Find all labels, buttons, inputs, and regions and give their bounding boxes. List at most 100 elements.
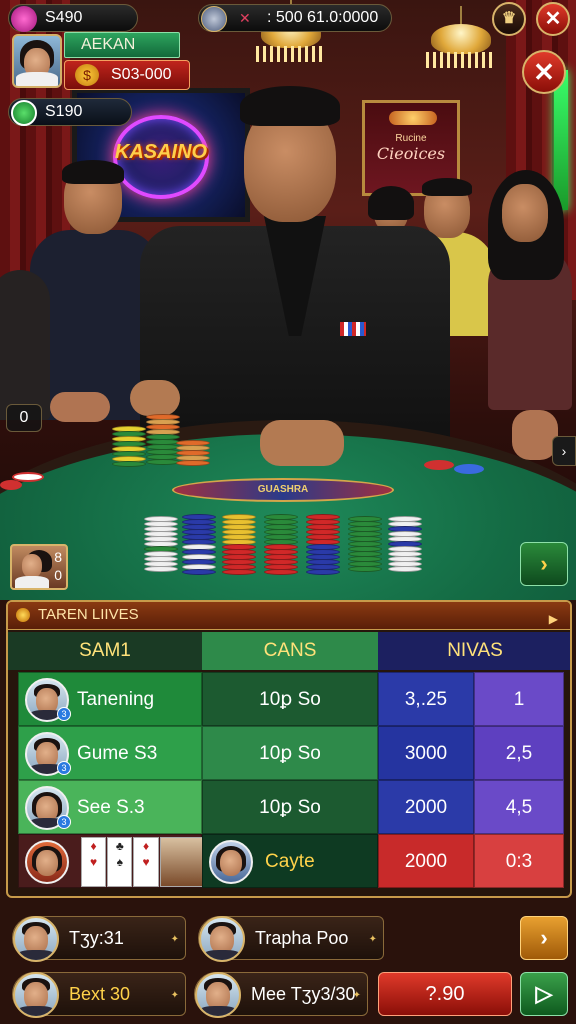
slot-label: Mee Tʒy3/30 (251, 984, 356, 1004)
card-icon: ♣ ♠ (107, 837, 133, 887)
row-name: Tanening (77, 689, 155, 710)
table-emblem: GUASHRA (172, 478, 394, 502)
dealer (140, 86, 450, 466)
avatar (25, 840, 69, 884)
casino-scene: KASAINO Rucine Cieoices GUASHRA (0, 0, 576, 600)
slot-corner-icon: ✦ (170, 934, 179, 945)
coin-icon (16, 608, 30, 622)
crown-icon: ♛ (501, 10, 517, 27)
leaderboard-header[interactable]: TAREN LIIVES ▶ (8, 602, 570, 630)
crown-button[interactable]: ♛ (492, 2, 526, 36)
slot-label: Bext 30 (69, 984, 131, 1004)
player-avatar (12, 34, 62, 88)
chip-stack (264, 514, 298, 575)
row-nivas: 3,.25 (378, 672, 474, 726)
chip-stack (348, 516, 382, 572)
row-cans: 10ꝑ So (202, 672, 378, 726)
player-slot[interactable]: ✦ Trapha Poo (198, 916, 384, 962)
player-balance-value: S03-000 (111, 66, 172, 83)
next-button[interactable]: › (520, 916, 568, 960)
close-button[interactable]: ✕ (522, 50, 566, 94)
avatar (195, 972, 241, 1018)
avatar (13, 916, 59, 962)
card-portrait (159, 837, 209, 887)
slot-label: Tʒy:31 (69, 928, 124, 948)
secondary-coins[interactable]: S190 (8, 98, 132, 126)
play-icon: ▷ (535, 981, 553, 1006)
chevron-right-icon: › (540, 925, 548, 950)
row-nivas: 2000 (378, 834, 474, 888)
row-cans: 10ꝑ So (202, 726, 378, 780)
chip (424, 460, 454, 470)
coins-display[interactable]: S490 (8, 4, 138, 32)
player-name: AEKAN (64, 32, 180, 58)
row-name: Gume S3 (77, 743, 158, 764)
slot-label: Trapha Poo (255, 928, 349, 948)
row-extra: 1 (474, 672, 564, 726)
slot-corner-icon: ✦ (170, 990, 179, 1001)
patron-hand (50, 392, 110, 422)
close-icon: ✕ (533, 57, 555, 87)
rank-badge: 3 (57, 761, 71, 775)
cross-icon: ✕ (239, 10, 251, 26)
rank-badge: 3 (57, 815, 71, 829)
rank-badge: 3 (57, 707, 71, 721)
chip (454, 464, 484, 474)
chip-stack (112, 426, 146, 467)
bet-button[interactable]: ?.90 (378, 972, 512, 1016)
leaderboard-title: TAREN LIIVES (38, 606, 139, 623)
player-slot[interactable]: ✦ Mee Tʒy3/30 (194, 972, 368, 1018)
row-extra: 0:3 (474, 834, 564, 888)
close-button-top[interactable]: ✕ (536, 2, 570, 36)
play-button[interactable]: ▷ (520, 972, 568, 1016)
player-card[interactable]: AEKAN $ S03-000 (12, 32, 190, 90)
row-cans: Cayte (202, 834, 378, 888)
chip-stack (306, 514, 340, 575)
chip-stack (222, 514, 256, 575)
row-extra: 4,5 (474, 780, 564, 834)
avatar (209, 840, 253, 884)
card-hand: ♦ ♥ ♣ ♠ ♦ ♥ (81, 837, 209, 887)
patron-woman (480, 170, 572, 410)
player-slot[interactable]: ✦ Bext 30 (12, 972, 186, 1018)
seat-counter: 0 (6, 404, 42, 432)
row-cans: 10ꝑ So (202, 780, 378, 834)
row-name-cell: ♦ ♥ ♣ ♠ ♦ ♥ (18, 834, 209, 888)
chip-stack (144, 516, 178, 572)
gear-icon (201, 6, 227, 32)
row-name-cell: 3 Tanening (18, 672, 202, 726)
column-header-cans[interactable]: CANS (202, 632, 378, 670)
row-cans-text: Cayte (265, 851, 315, 872)
coin-icon (11, 100, 37, 126)
side-arrow-button[interactable]: › (552, 436, 576, 466)
player-balance: $ S03-000 (64, 60, 190, 90)
row-name-cell: 3 See S.3 (18, 780, 202, 834)
player-slot[interactable]: ✦ Tʒy:31 (12, 916, 186, 962)
column-header-sam1[interactable]: SAM1 (8, 632, 202, 670)
coin-icon: $ (75, 64, 99, 86)
row-nivas: 3000 (378, 726, 474, 780)
card-icon: ♦ ♥ (81, 837, 107, 887)
row-extra: 2,5 (474, 726, 564, 780)
card-icon: ♦ ♥ (133, 837, 159, 887)
avatar (199, 916, 245, 962)
seat-avatar[interactable]: 8 0 (10, 544, 68, 590)
seat-avatar-count: 8 0 (54, 549, 62, 583)
column-header-nivas[interactable]: NIVAS (378, 632, 570, 670)
next-button-table[interactable]: › (520, 542, 568, 586)
slot-corner-icon: ✦ (352, 990, 361, 1001)
chip-stack (182, 514, 216, 575)
patron-edge-left (0, 250, 50, 420)
chevron-right-icon: › (540, 551, 548, 576)
dealer-hand-left (130, 380, 180, 416)
coin-icon (11, 6, 37, 32)
chevron-right-icon: › (561, 443, 567, 459)
close-icon: ✕ (544, 8, 562, 30)
chip-stack (146, 414, 180, 465)
row-name-cell: 3 Gume S3 (18, 726, 202, 780)
leaderboard-panel: TAREN LIIVES ▶ SAM1 CANS NIVAS 3 Tanenin… (6, 600, 572, 898)
slot-corner-icon: ✦ (368, 934, 377, 945)
coins-value: S490 (45, 9, 83, 26)
jackpot-value: : 500 61.0:0000 (267, 9, 379, 26)
chip-stack (388, 516, 422, 572)
